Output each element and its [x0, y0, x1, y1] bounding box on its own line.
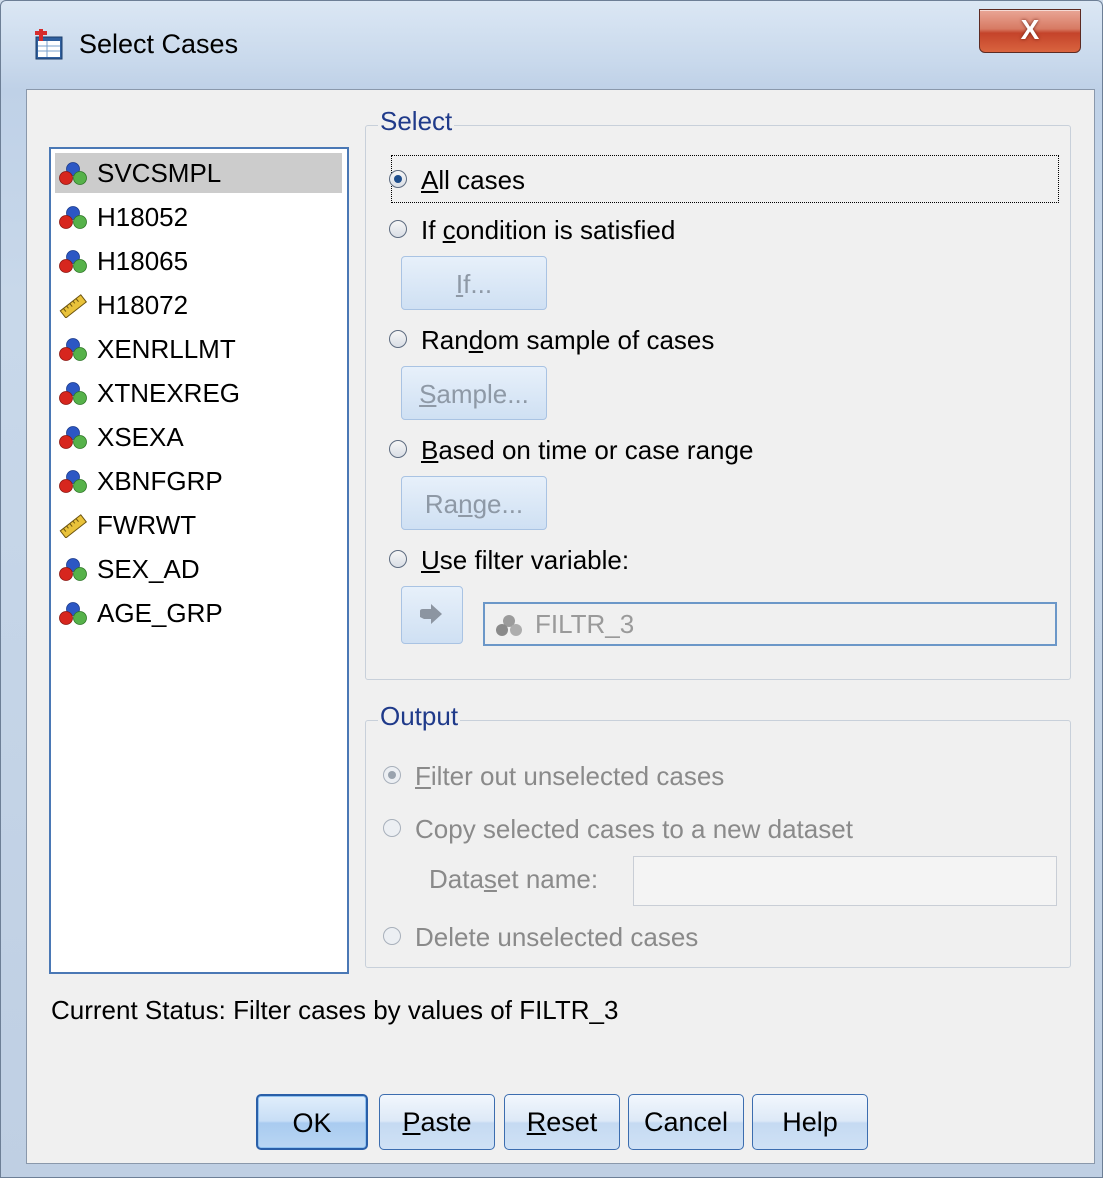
dataset-name-input[interactable]: [633, 856, 1057, 906]
label-part: eset: [546, 1107, 598, 1137]
ok-button[interactable]: OK: [256, 1094, 368, 1150]
label-part: et name:: [496, 864, 599, 894]
variable-label: XENRLLMT: [97, 334, 236, 364]
label-part: Data: [429, 864, 484, 894]
variable-item-h18052[interactable]: H18052: [55, 197, 342, 237]
mnemonic: B: [421, 435, 439, 465]
nominal-icon: [59, 382, 87, 405]
mnemonic: R: [526, 1107, 547, 1137]
radio-button[interactable]: [389, 550, 407, 568]
variable-label: FWRWT: [97, 510, 197, 540]
label-part: If: [421, 215, 443, 245]
radio-delete-label: Delete unselected cases: [415, 922, 699, 952]
radio-button[interactable]: [383, 927, 401, 945]
nominal-icon: [59, 470, 87, 493]
paste-button[interactable]: Paste: [379, 1094, 495, 1150]
nominal-icon: [59, 162, 87, 185]
current-status: Current Status: Filter cases by values o…: [51, 995, 619, 1025]
variable-item-fwrwt[interactable]: FWRWT: [55, 505, 342, 545]
variable-label: H18052: [97, 202, 189, 232]
nominal-icon: [59, 602, 87, 625]
if-button[interactable]: If...: [401, 256, 547, 310]
title-bar[interactable]: Select Cases X: [1, 1, 1102, 89]
variable-item-xbnfgrp[interactable]: XBNFGRP: [55, 461, 342, 501]
arrow-right-icon: [420, 604, 442, 624]
nominal-icon: [59, 558, 87, 581]
variable-label: SEX_AD: [97, 554, 200, 584]
variable-item-age_grp[interactable]: AGE_GRP: [55, 593, 342, 633]
reset-button[interactable]: Reset: [504, 1094, 620, 1150]
label-part: ondition is satisfied: [455, 215, 676, 245]
label-part: Ra: [424, 489, 459, 519]
label-part: se filter variable:: [439, 545, 630, 575]
mnemonic: U: [421, 545, 440, 575]
variable-item-h18072[interactable]: H18072: [55, 285, 342, 325]
radio-button[interactable]: [389, 330, 407, 348]
mnemonic: n: [458, 489, 473, 519]
label-part: aste: [420, 1107, 472, 1137]
variable-item-sex_ad[interactable]: SEX_AD: [55, 549, 342, 589]
sample-button[interactable]: Sample...: [401, 366, 547, 420]
nominal-icon: [59, 338, 87, 361]
variable-item-xsexa[interactable]: XSEXA: [55, 417, 342, 457]
variable-label: XBNFGRP: [97, 466, 223, 496]
move-variable-button[interactable]: [401, 586, 463, 644]
filter-variable-value: FILTR_3: [535, 609, 635, 639]
mnemonic: s: [483, 864, 497, 894]
label-part: ample...: [436, 379, 529, 409]
radio-button[interactable]: [383, 766, 401, 784]
radio-button[interactable]: [383, 819, 401, 837]
label-part: Help: [782, 1107, 838, 1137]
label-part: Cancel: [643, 1107, 729, 1137]
variable-item-xenrllmt[interactable]: XENRLLMT: [55, 329, 342, 369]
variable-label: H18065: [97, 246, 189, 276]
output-group-title: Output: [378, 701, 461, 732]
variable-item-svcsmpl[interactable]: SVCSMPL: [55, 153, 342, 193]
variable-label: XTNEXREG: [97, 378, 241, 408]
label-part: om sample of cases: [483, 325, 715, 355]
scale-ruler-icon: [59, 294, 87, 318]
variable-item-h18065[interactable]: H18065: [55, 241, 342, 281]
label-part: ased on time or case range: [438, 435, 754, 465]
mnemonic: c: [442, 215, 456, 245]
mnemonic: F: [415, 761, 431, 791]
range-button[interactable]: Range...: [401, 476, 547, 530]
help-button[interactable]: Help: [752, 1094, 868, 1150]
variable-label: XSEXA: [97, 422, 184, 452]
close-icon: X: [1020, 14, 1040, 45]
window-title: Select Cases: [79, 29, 239, 59]
select-cases-dialog: Select Cases X SVCSMPL H18052 H18065 H18072…: [0, 0, 1103, 1178]
label-part: ilter out unselected cases: [430, 761, 725, 791]
radio-button[interactable]: [389, 170, 407, 188]
label-part: OK: [292, 1108, 332, 1138]
filter-variable-field[interactable]: FILTR_3: [483, 602, 1057, 646]
variable-label: H18072: [97, 290, 189, 320]
label-part: ge...: [472, 489, 524, 519]
scale-ruler-icon: [59, 514, 87, 538]
mnemonic: S: [419, 379, 437, 409]
mnemonic: A: [421, 165, 439, 195]
radio-copy-label: Copy selected cases to a new dataset: [415, 814, 853, 844]
dataset-name-label: Dataset name:: [429, 861, 598, 897]
close-button[interactable]: X: [979, 9, 1081, 53]
label-part: f...: [463, 269, 493, 299]
label-part: Ran: [421, 325, 469, 355]
nominal-icon: [59, 426, 87, 449]
mnemonic: P: [402, 1107, 421, 1137]
dialog-body: SVCSMPL H18052 H18065 H18072 XENRLLMT XTNEXRE…: [26, 89, 1095, 1164]
variable-item-xtnexreg[interactable]: XTNEXREG: [55, 373, 342, 413]
select-cases-icon: [35, 29, 63, 60]
radio-button[interactable]: [389, 220, 407, 238]
nominal-icon: [59, 250, 87, 273]
mnemonic: d: [468, 325, 484, 355]
select-group-title: Select: [378, 106, 455, 137]
cancel-button[interactable]: Cancel: [628, 1094, 744, 1150]
variable-list[interactable]: SVCSMPL H18052 H18065 H18072 XENRLLMT XTNEXRE…: [49, 147, 349, 974]
nominal-icon: [496, 615, 522, 636]
radio-button[interactable]: [389, 440, 407, 458]
variable-label: AGE_GRP: [97, 598, 223, 628]
nominal-icon: [59, 206, 87, 229]
label-part: ll cases: [438, 165, 526, 195]
variable-label: SVCSMPL: [97, 158, 222, 188]
